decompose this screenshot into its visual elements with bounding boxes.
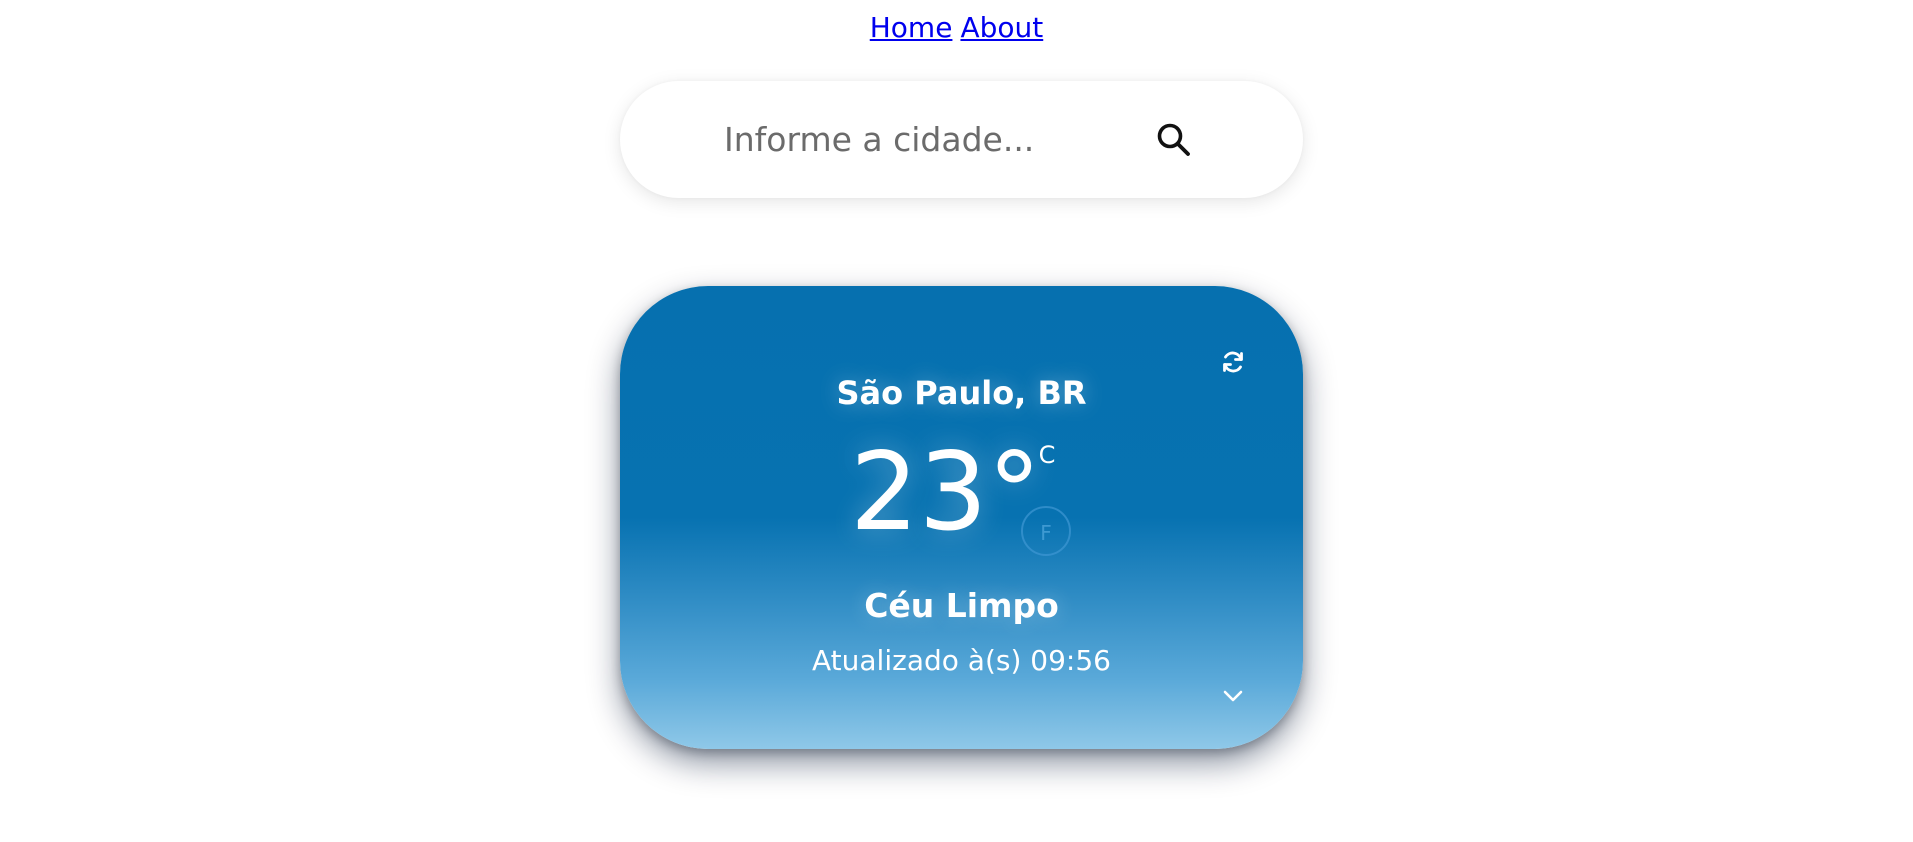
unit-celsius-toggle[interactable]: C [1032,440,1062,470]
nav-link-about[interactable]: About [960,11,1043,44]
weather-card: São Paulo, BR 23° C F Céu Limpo Atualiza… [620,286,1303,749]
search-button[interactable] [1150,116,1198,164]
top-nav: Home About [0,8,1913,48]
temperature-value: 23° [850,430,1042,555]
temperature-row: 23° C F [620,430,1303,556]
search-bar [620,81,1303,198]
city-search-input[interactable] [720,111,1128,167]
chevron-down-icon [1223,690,1243,702]
expand-details-button[interactable] [1212,675,1254,717]
nav-link-home[interactable]: Home [870,11,953,44]
page: HomeAbout São Paulo, BR 23° [0,0,1913,842]
city-name: São Paulo, BR [836,374,1087,412]
unit-fahrenheit-toggle[interactable]: F [1021,506,1071,556]
refresh-icon [1223,351,1243,373]
search-icon [1157,123,1190,156]
last-updated: Atualizado à(s) 09:56 [812,644,1111,677]
weather-condition: Céu Limpo [864,586,1059,625]
